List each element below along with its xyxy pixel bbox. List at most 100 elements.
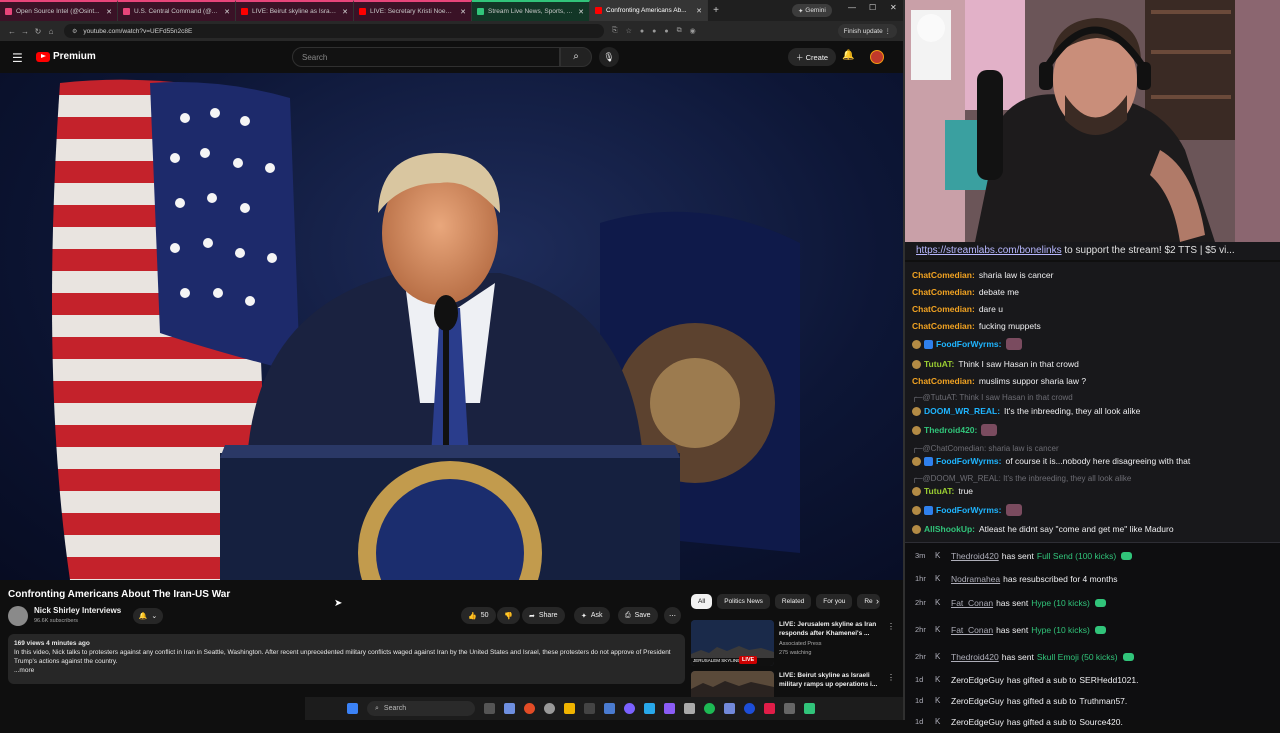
chat-username[interactable]: ChatComedian: [912,304,975,314]
task-view-icon[interactable] [484,703,495,714]
channel-avatar[interactable] [8,606,28,626]
app-icon[interactable] [744,703,755,714]
app-icon[interactable] [724,703,735,714]
discord-icon[interactable] [624,703,635,714]
close-tab-icon[interactable]: ✕ [460,8,466,16]
maximize-icon[interactable]: ☐ [869,3,876,12]
event-username[interactable]: ZeroEdgeGuy [951,696,1004,706]
like-button[interactable]: 👍 50 [461,607,496,624]
video-player[interactable] [0,73,903,580]
more-vertical-icon[interactable]: ⋮ [887,622,895,631]
app-icon[interactable] [684,703,695,714]
chat-username[interactable]: ChatComedian: [912,376,975,386]
chat-username[interactable]: TutuAT: [924,486,954,496]
video-thumbnail[interactable]: JERUSALEM SKYLINE LIVE [691,620,774,666]
file-explorer-icon[interactable] [564,703,575,714]
event-recipient[interactable]: Source420. [1079,717,1122,727]
windows-start-icon[interactable] [347,703,358,714]
voice-search-button[interactable]: 🎙 [599,47,619,67]
youtube-logo[interactable]: Premium [36,51,96,62]
save-button[interactable]: ⎙ Save [618,607,658,624]
chrome-icon[interactable] [524,703,535,714]
event-username[interactable]: Thedroid420 [951,551,999,561]
event-username[interactable]: Nodramahea [951,574,1000,584]
app-icon[interactable] [784,703,795,714]
channel-name[interactable]: Nick Shirley Interviews [34,606,121,615]
chevron-right-icon[interactable]: › [876,596,879,606]
close-tab-icon[interactable]: ✕ [578,8,584,16]
filter-chip[interactable]: Politics News [717,594,770,609]
obs-icon[interactable] [544,703,555,714]
event-username[interactable]: Thedroid420 [951,652,999,662]
chat-username[interactable]: AllShookUp: [924,524,975,534]
more-vertical-icon[interactable]: ⋮ [887,673,895,682]
more-actions-button[interactable]: ⋯ [664,607,681,624]
dislike-button[interactable]: 👎 [497,607,520,624]
filter-chip[interactable]: Related [774,594,812,609]
chat-username[interactable]: ChatComedian: [912,321,975,331]
browser-tab[interactable]: U.S. Central Command (@... ✕ [118,0,236,21]
show-more-link[interactable]: ...more [14,666,679,675]
app-icon[interactable] [664,703,675,714]
event-username[interactable]: Fat_Conan [951,598,993,608]
subscription-bell-button[interactable]: 🔔 ⌄ [133,608,163,624]
minimize-icon[interactable]: — [848,3,856,12]
browser-tab[interactable]: Confronting Americans Ab... ✕ [590,0,708,21]
ask-button[interactable]: ✦ Ask [574,607,610,624]
new-tab-icon[interactable]: + [708,5,724,16]
chat-username[interactable]: ChatComedian: [912,287,975,297]
reload-icon[interactable]: ↻ [32,27,44,36]
chat-username[interactable]: Thedroid420: [924,425,977,435]
gemini-button[interactable]: ✦ Gemini [792,4,832,17]
forward-icon[interactable]: → [19,27,31,36]
app-icon[interactable] [504,703,515,714]
event-username[interactable]: ZeroEdgeGuy [951,717,1004,727]
bookmark-star-icon[interactable]: ☆ [626,27,632,35]
description-box[interactable]: 169 views 4 minutes ago In this video, N… [8,634,685,684]
app-icon[interactable] [764,703,775,714]
kick-icon[interactable] [804,703,815,714]
recommended-video[interactable]: JERUSALEM SKYLINE LIVE LIVE: Jerusalem s… [691,620,896,668]
finish-update-button[interactable]: Finish update ⋮ [837,24,897,38]
video-thumbnail[interactable] [691,671,774,697]
streamlabs-link[interactable]: https://streamlabs.com/bonelinks [916,245,1062,256]
close-tab-icon[interactable]: ✕ [342,8,348,16]
browser-tab[interactable]: Stream Live News, Sports, ... ✕ [472,0,590,21]
close-tab-icon[interactable]: ✕ [106,8,112,16]
notifications-bell-icon[interactable]: 🔔 [842,50,854,61]
close-window-icon[interactable]: ✕ [890,3,897,12]
browser-tab[interactable]: LIVE: Beirut skyline as Israeli m...✕ [236,0,354,21]
filter-chip[interactable]: All [691,594,713,609]
app-icon[interactable] [604,703,615,714]
extension-icon[interactable]: ● [664,28,668,35]
chat-username[interactable]: FoodForWyrms: [936,505,1002,515]
share-button[interactable]: ➦ Share [522,607,565,624]
chat-username[interactable]: DOOM_WR_REAL: [924,406,1000,416]
event-username[interactable]: Fat_Conan [951,625,993,635]
event-recipient[interactable]: SERHedd1021. [1079,675,1138,685]
app-icon[interactable] [584,703,595,714]
event-recipient[interactable]: Truthman57. [1079,696,1127,706]
menu-icon[interactable]: ☰ [12,51,23,65]
chat-username[interactable]: TutuAT: [924,359,954,369]
filter-chip[interactable]: For you [816,594,853,609]
create-button[interactable]: ＋ Create [788,48,837,66]
chat-username[interactable]: ChatComedian: [912,270,975,280]
install-icon[interactable]: ⎘ [612,27,618,35]
search-input[interactable]: Search [292,47,560,67]
site-info-icon[interactable]: ⚙ [72,28,77,35]
home-icon[interactable]: ⌂ [45,27,57,36]
event-username[interactable]: ZeroEdgeGuy [951,675,1004,685]
chat-username[interactable]: FoodForWyrms: [936,339,1002,349]
extensions-puzzle-icon[interactable]: ⧉ [677,27,682,35]
browser-tab[interactable]: Open Source Intel (@Osint... ✕ [0,0,118,21]
account-avatar[interactable] [870,50,884,64]
recommended-video[interactable]: LIVE: Beirut skyline as Israeli military… [691,671,896,697]
profile-icon[interactable]: ◉ [690,27,696,35]
search-button[interactable]: ⌕ [560,47,592,67]
close-tab-icon[interactable]: ✕ [696,7,702,15]
extension-icon[interactable]: ● [640,28,644,35]
chat-username[interactable]: FoodForWyrms: [936,456,1002,466]
extension-icon[interactable]: ● [652,28,656,35]
taskbar-search[interactable]: ⌕ Search [367,701,475,716]
